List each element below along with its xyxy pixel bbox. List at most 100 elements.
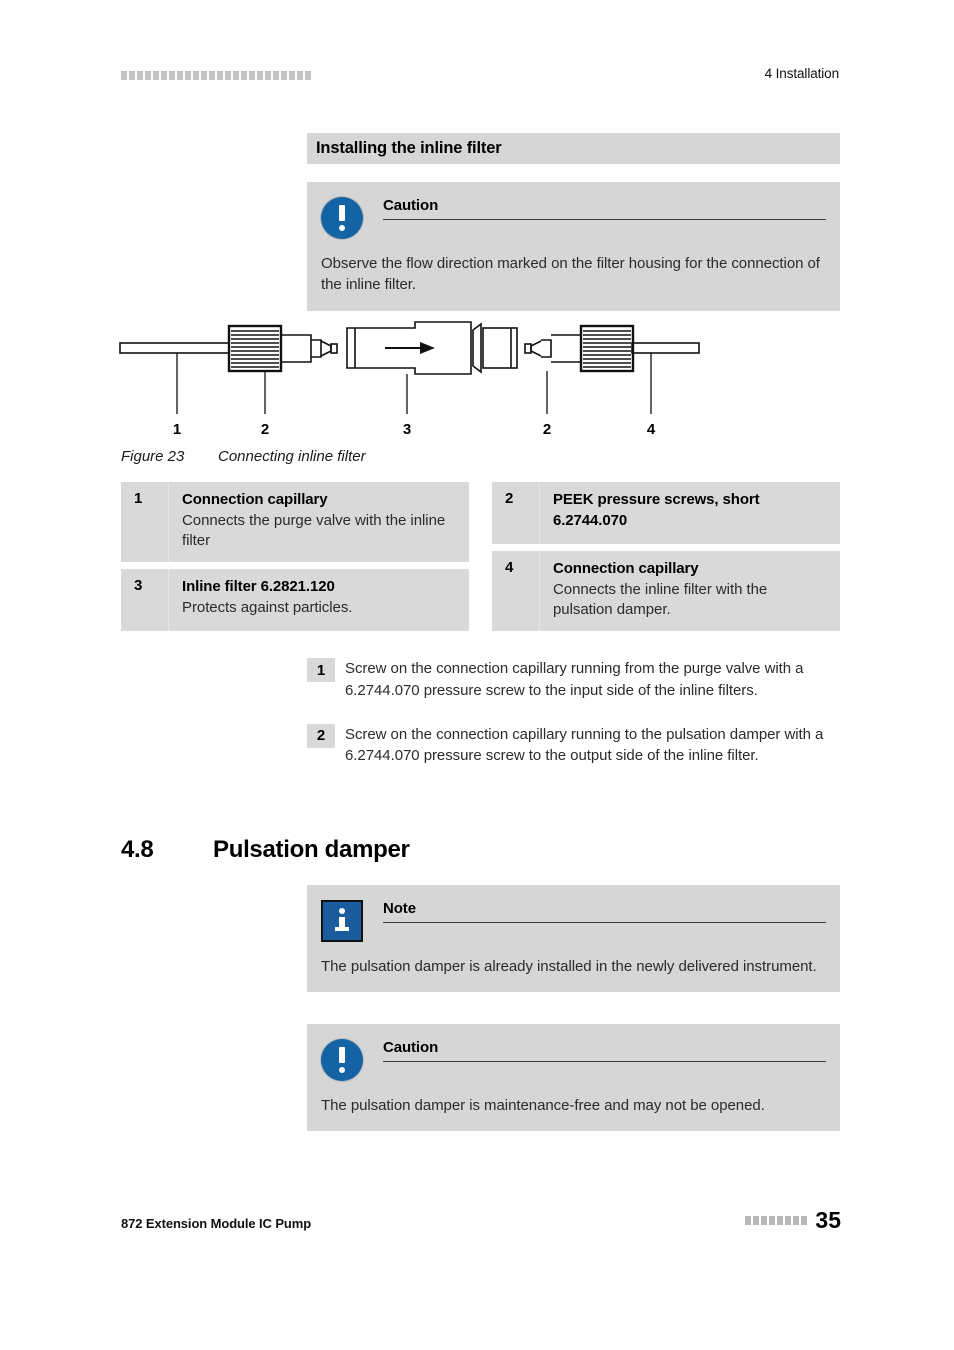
footer-page-group: 35 [745, 1209, 841, 1232]
caution-label: Caution [383, 197, 439, 214]
pressure-screw-left-body [227, 324, 283, 373]
decoration-square [273, 71, 279, 80]
flow-arrow-icon [385, 342, 435, 354]
decoration-square [257, 71, 263, 80]
legend-item: 1 Connection capillary Connects the purg… [121, 482, 469, 563]
pressure-screw-right-tip [524, 343, 532, 354]
decoration-square [185, 71, 191, 80]
pressure-screw-left-neck [281, 334, 312, 363]
caution-rule [383, 1061, 826, 1062]
caution-icon-cell [321, 195, 383, 239]
note-box-pulsation-damper: Note The pulsation damper is already ins… [307, 885, 840, 993]
pressure-screw-right-body [579, 324, 635, 373]
decoration-square [777, 1216, 784, 1225]
decoration-square [217, 71, 223, 80]
decoration-square [161, 71, 167, 80]
procedure-steps: 1 Screw on the connection capillary runn… [307, 658, 847, 789]
legend-item-title: Connection capillary [182, 491, 328, 508]
procedure-step: 1 Screw on the connection capillary runn… [307, 658, 847, 702]
decoration-square [753, 1216, 760, 1225]
caution-body-text: The pulsation damper is maintenance-free… [321, 1097, 765, 1114]
callout-3: 3 [403, 421, 411, 438]
inline-filter-diagram: 1 2 3 2 4 [119, 321, 700, 438]
legend-item-desc: Connects the purge valve with the inline… [182, 511, 446, 550]
legend-item-desc: Connects the inline filter with the puls… [553, 580, 768, 619]
legend-item-desc: Protects against particles. [182, 598, 353, 616]
footer-decoration [745, 1216, 808, 1225]
caution-icon-cell [321, 1037, 383, 1081]
decoration-square [761, 1216, 768, 1225]
decoration-square [177, 71, 183, 80]
section-title-text: Installing the inline filter [316, 139, 502, 157]
decoration-square [193, 71, 199, 80]
legend-item-content: Inline filter 6.2821.120 Protects agains… [169, 569, 469, 631]
legend-item-number: 2 [492, 482, 540, 544]
note-label: Note [383, 900, 416, 917]
caution-box-flow-direction: Caution Observe the flow direction marke… [307, 182, 840, 311]
legend-item-title: Inline filter 6.2821.120 [182, 578, 335, 596]
decoration-square [305, 71, 311, 80]
callout-1: 1 [173, 421, 181, 438]
decoration-square [145, 71, 151, 80]
page-header: 4 Installation [0, 66, 954, 88]
note-heading: Note [383, 898, 826, 923]
caution-label: Caution [383, 1039, 439, 1056]
decoration-square [249, 71, 255, 80]
caution-rule [383, 219, 826, 220]
legend-item-title: PEEK pressure screws, short 6.2744.070 [553, 491, 760, 529]
caution-box-maintenance-free: Caution The pulsation damper is maintena… [307, 1024, 840, 1132]
decoration-square [153, 71, 159, 80]
caution-icon [321, 1039, 363, 1081]
decoration-square [233, 71, 239, 80]
heading-number: 4.8 [121, 836, 154, 863]
decoration-square [297, 71, 303, 80]
decoration-square [169, 71, 175, 80]
caution-body-text: Observe the flow direction marked on the… [321, 255, 820, 294]
figure-legend-table: 1 Connection capillary Connects the purg… [121, 482, 840, 632]
caution-icon [321, 197, 363, 239]
header-decoration [121, 71, 311, 80]
legend-item: 2 PEEK pressure screws, short 6.2744.070 [492, 482, 840, 544]
step-number: 1 [307, 658, 335, 682]
page-footer: 872 Extension Module IC Pump 35 [0, 1209, 954, 1238]
decoration-square [785, 1216, 792, 1225]
document-page: 4 Installation Installing the inline fil… [0, 0, 954, 1350]
figure-connecting-inline-filter: 1 2 3 2 4 [115, 310, 855, 450]
figure-caption-number: Figure 23 [121, 448, 185, 465]
legend-column-left: 1 Connection capillary Connects the purg… [121, 482, 469, 632]
decoration-square [265, 71, 271, 80]
pressure-screw-right-neck [551, 334, 582, 363]
pressure-screw-left-tip [330, 343, 338, 354]
capillary-left [119, 342, 233, 354]
procedure-step: 2 Screw on the connection capillary runn… [307, 723, 847, 768]
page-title: 4.8 Pulsation damper [121, 836, 410, 864]
figure-caption-text: Connecting inline filter [218, 448, 366, 465]
footer-document-title: 872 Extension Module IC Pump [121, 1216, 312, 1231]
decoration-square [241, 71, 247, 80]
decoration-square [225, 71, 231, 80]
decoration-square [129, 71, 135, 80]
legend-item: 4 Connection capillary Connects the inli… [492, 551, 840, 632]
legend-item-content: Connection capillary Connects the inline… [540, 551, 840, 631]
decoration-square [201, 71, 207, 80]
decoration-square [121, 71, 127, 80]
decoration-square [289, 71, 295, 80]
caution-heading: Caution [383, 1037, 826, 1062]
callout-numbers: 1 2 3 2 4 [173, 421, 656, 438]
info-icon [321, 900, 363, 942]
decoration-square [209, 71, 215, 80]
legend-item-number: 1 [121, 482, 169, 563]
note-rule [383, 922, 826, 923]
pressure-screw-left-cone [320, 340, 332, 357]
section-title-bar: Installing the inline filter [307, 133, 840, 164]
filter-housing-cap [482, 327, 518, 369]
filter-housing-step [472, 322, 482, 374]
info-icon-dot [339, 908, 345, 914]
figure-caption: Figure 23 Connecting inline filter [121, 448, 366, 465]
callout-2-right: 2 [543, 421, 551, 438]
legend-item: 3 Inline filter 6.2821.120 Protects agai… [121, 569, 469, 632]
decoration-square [745, 1216, 752, 1225]
decoration-square [769, 1216, 776, 1225]
callout-2-left: 2 [261, 421, 269, 438]
caution-heading: Caution [383, 195, 826, 220]
